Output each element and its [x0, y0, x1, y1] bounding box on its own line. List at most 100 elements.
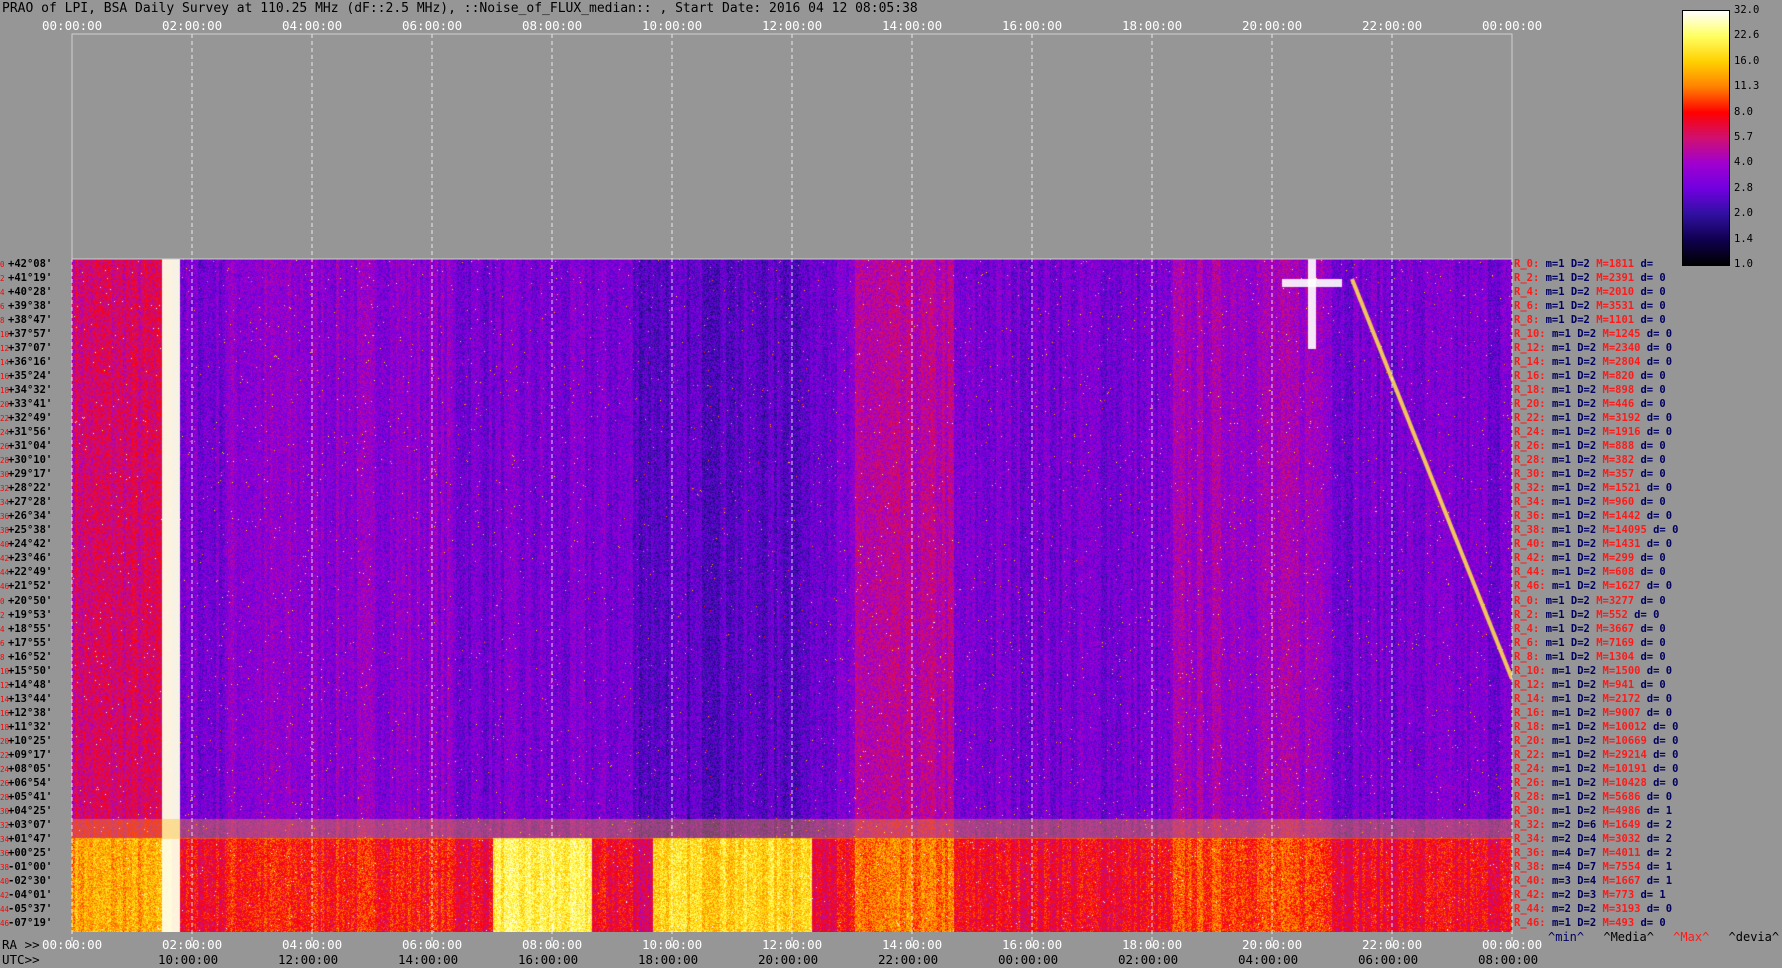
beam-index-label: 14 [0, 694, 10, 704]
beam-stat-r: R_40: [1514, 874, 1552, 887]
beam-stat-d: D=2 [1570, 608, 1597, 621]
beam-stat-dv: d= 0 [1646, 580, 1673, 593]
beam-index-label: 16 [0, 708, 10, 718]
declination-label: +30°10' [8, 454, 53, 467]
beam-stats-row: R_38: m=4 D=7 M=7554 d= 1 [1514, 861, 1672, 873]
beam-index-label: 28 [0, 792, 10, 802]
beam-stats-row: R_42: m=2 D=3 M=773 d= 1 [1514, 889, 1666, 901]
utc-axis-header: UTC>> [2, 952, 40, 967]
beam-stat-dv: d= 0 [1646, 328, 1673, 341]
declination-label: +15°50' [8, 664, 53, 677]
beam-stat-dv: d= 0 [1640, 622, 1666, 635]
beam-stat-M: M=1627 [1602, 580, 1647, 593]
beam-stat-d: D=2 [1577, 916, 1603, 929]
beam-stat-r: R_20: [1514, 398, 1552, 411]
legend-min: ^min^ [1548, 930, 1585, 944]
beam-stat-m: m=1 [1551, 398, 1578, 411]
beam-index-label: 16 [0, 372, 10, 382]
beam-stats-row: R_24: m=1 D=2 M=1916 d= 0 [1514, 426, 1672, 438]
beam-stat-d: D=2 [1570, 286, 1597, 299]
beam-stat-dv: d= 0 [1646, 342, 1673, 355]
beam-stat-r: R_26: [1514, 776, 1552, 789]
beam-stat-M: M=2391 [1596, 272, 1641, 285]
beam-stat-r: R_36: [1514, 846, 1552, 859]
beam-stat-M: M=898 [1602, 384, 1641, 397]
beam-stat-r: R_38: [1514, 524, 1552, 537]
beam-stat-d: D=2 [1577, 706, 1603, 719]
beam-stat-M: M=888 [1602, 440, 1641, 453]
beam-stat-d: D=2 [1577, 734, 1603, 747]
beam-index-label: 30 [0, 470, 10, 480]
beam-stat-M: M=7554 [1602, 860, 1647, 873]
beam-stat-r: R_42: [1514, 552, 1552, 565]
beam-stat-d: D=2 [1570, 272, 1597, 285]
beam-stat-dv: d= 0 [1640, 272, 1666, 285]
beam-stat-M: M=10012 [1602, 720, 1654, 733]
beam-stat-m: m=1 [1551, 482, 1578, 495]
beam-stat-d: D=7 [1577, 846, 1603, 859]
beam-stat-m: m=1 [1551, 566, 1578, 579]
beam-stat-d: D=2 [1577, 510, 1603, 523]
beam-stat-m: m=1 [1551, 342, 1578, 355]
beam-stats-row: R_14: m=1 D=2 M=2804 d= 0 [1514, 356, 1672, 368]
beam-stat-dv: d= 1 [1646, 874, 1673, 887]
beam-index-label: 4 [0, 624, 5, 634]
beam-stat-dv: d= 0 [1646, 664, 1673, 677]
beam-index-label: 22 [0, 750, 10, 760]
utc-tick-label: 00:00:00 [998, 952, 1059, 967]
top-tick-label: 12:00:00 [762, 18, 823, 33]
beam-stat-m: m=1 [1551, 538, 1578, 551]
beam-index-label: 38 [0, 526, 10, 536]
beam-stats-row: R_30: m=1 D=2 M=4986 d= 1 [1514, 805, 1672, 817]
colorbar-tick-label: 16.0 [1734, 54, 1760, 67]
beam-index-label: 28 [0, 456, 10, 466]
beam-stat-d: D=2 [1577, 328, 1603, 341]
ra-tick-label: 22:00:00 [1362, 937, 1423, 952]
beam-stats-row: R_22: m=1 D=2 M=3192 d= 0 [1514, 412, 1672, 424]
beam-stat-r: R_0: [1514, 258, 1546, 270]
beam-stat-m: m=1 [1551, 762, 1578, 775]
declination-label: +29°17' [8, 468, 53, 481]
declination-label: +32°49' [8, 412, 53, 425]
colorbar-tick-label: 22.6 [1734, 29, 1760, 42]
beam-index-label: 10 [0, 330, 10, 340]
beam-index-label: 44 [0, 568, 10, 578]
beam-stat-m: m=1 [1545, 272, 1571, 285]
beam-stats-row: R_34: m=2 D=4 M=3032 d= 2 [1514, 833, 1672, 845]
beam-stats-row: R_40: m=3 D=4 M=1667 d= 1 [1514, 875, 1672, 887]
beam-stat-d: D=2 [1577, 412, 1603, 425]
beam-stat-r: R_0: [1514, 594, 1546, 607]
beam-stats-row: R_20: m=1 D=2 M=10669 d= 0 [1514, 735, 1678, 747]
beam-stat-dv: d= 0 [1640, 678, 1666, 691]
beam-stat-d: D=2 [1577, 692, 1603, 705]
beam-stats-row: R_4: m=1 D=2 M=2010 d= 0 [1514, 286, 1666, 298]
beam-stat-M: M=3277 [1596, 594, 1641, 607]
beam-stat-r: R_16: [1514, 370, 1552, 383]
beam-stat-r: R_26: [1514, 440, 1552, 453]
beam-index-label: 36 [0, 848, 10, 858]
beam-index-label: 6 [0, 638, 5, 648]
beam-index-label: 26 [0, 778, 10, 788]
top-tick-label: 04:00:00 [282, 18, 343, 33]
ra-tick-label: 08:00:00 [522, 937, 583, 952]
utc-tick-label: 14:00:00 [398, 952, 459, 967]
beam-stat-dv: d= 0 [1640, 314, 1666, 327]
beam-stat-m: m=3 [1551, 874, 1578, 887]
utc-tick-label: 02:00:00 [1118, 952, 1179, 967]
beam-stat-m: m=4 [1551, 860, 1578, 873]
beam-stat-r: R_18: [1514, 720, 1552, 733]
beam-stat-M: M=2804 [1602, 356, 1647, 369]
beam-stat-dv: d= 0 [1640, 496, 1666, 509]
colorbar-tick-label: 5.7 [1734, 131, 1753, 143]
declination-label: +31°04' [8, 440, 53, 453]
beam-stats-row: R_32: m=1 D=2 M=1521 d= 0 [1514, 482, 1672, 494]
chart-title: PRAO of LPI, BSA Daily Survey at 110.25 … [2, 1, 918, 16]
beam-stat-M: M=3667 [1596, 622, 1641, 635]
beam-stat-r: R_6: [1514, 300, 1546, 313]
ra-tick-label: 00:00:00 [42, 937, 103, 952]
beam-stat-m: m=1 [1551, 510, 1578, 523]
beam-stat-r: R_18: [1514, 384, 1552, 397]
beam-stat-M: M=29214 [1602, 748, 1654, 761]
beam-stat-M: M=1811 [1596, 258, 1641, 270]
declination-label: +08°05' [8, 762, 53, 775]
